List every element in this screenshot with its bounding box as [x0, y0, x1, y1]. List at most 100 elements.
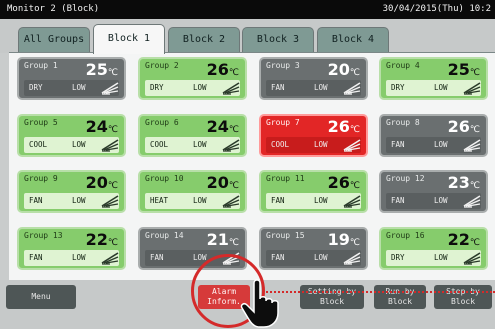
stop-by-block-button[interactable]: Stop by Block: [434, 285, 492, 309]
group-tile[interactable]: Group 8 26℃ FAN LOW: [379, 114, 488, 157]
operation-mode: DRY: [391, 253, 405, 262]
temperature-unit: ℃: [228, 238, 239, 248]
set-temperature: 22℃: [86, 230, 118, 249]
date-time: 30/04/2015(Thu) 10:2: [382, 4, 491, 14]
operation-mode: FAN: [271, 83, 285, 92]
group-tile[interactable]: Group 10 20℃ HEAT LOW: [138, 170, 247, 213]
group-tile[interactable]: Group 5 24℃ COOL LOW: [17, 114, 126, 157]
group-name: Group 7: [266, 118, 300, 127]
set-temperature: 26℃: [448, 117, 480, 136]
group-tile[interactable]: Group 3 20℃ FAN LOW: [259, 57, 368, 100]
temperature-value: 26: [327, 117, 350, 136]
fan-speed: LOW: [72, 140, 86, 149]
fan-speed: LOW: [434, 83, 448, 92]
menu-button[interactable]: Menu: [6, 285, 76, 309]
highlight-dotted-line: [255, 291, 495, 293]
group-tile[interactable]: Group 12 23℃ FAN LOW: [379, 170, 488, 213]
set-temperature: 20℃: [86, 173, 118, 192]
temperature-value: 26: [327, 173, 350, 192]
temperature-value: 25: [85, 60, 108, 79]
set-temperature: 26℃: [328, 173, 360, 192]
tab-bar: All Groups Block 1 Block 2 Block 3 Block…: [0, 19, 495, 54]
group-name: Group 8: [386, 118, 420, 127]
fan-speed: LOW: [434, 196, 448, 205]
operation-mode: COOL: [150, 140, 169, 149]
stop-by-block-label-2: Block: [450, 297, 476, 306]
temperature-value: 23: [447, 173, 470, 192]
group-name: Group 4: [386, 61, 420, 70]
group-tile[interactable]: Group 16 22℃ DRY LOW: [379, 227, 488, 270]
group-tile[interactable]: Group 15 19℃ FAN LOW: [259, 227, 368, 270]
temperature-unit: ℃: [469, 125, 480, 135]
tab-block-1[interactable]: Block 1: [93, 24, 165, 54]
temperature-unit: ℃: [349, 125, 360, 135]
fan-speed: LOW: [72, 253, 86, 262]
set-temperature: 22℃: [448, 230, 480, 249]
group-name: Group 6: [145, 118, 179, 127]
hand-pointer-icon: [240, 279, 279, 328]
set-temperature: 19℃: [328, 230, 360, 249]
temperature-value: 26: [447, 117, 470, 136]
louver-swing-icon: [101, 82, 119, 95]
louver-swing-icon: [343, 139, 361, 152]
setting-by-block-button[interactable]: Setting by Block: [300, 285, 364, 309]
group-name: Group 2: [145, 61, 179, 70]
louver-swing-icon: [222, 139, 240, 152]
temperature-value: 22: [85, 230, 108, 249]
temperature-value: 22: [447, 230, 470, 249]
operation-mode: DRY: [391, 83, 405, 92]
louver-swing-icon: [101, 252, 119, 265]
group-tile[interactable]: Group 4 25℃ DRY LOW: [379, 57, 488, 100]
louver-swing-icon: [101, 139, 119, 152]
operation-mode: COOL: [271, 140, 290, 149]
group-tile[interactable]: Group 1 25℃ DRY LOW: [17, 57, 126, 100]
group-tile[interactable]: Group 2 26℃ DRY LOW: [138, 57, 247, 100]
tab-block-2[interactable]: Block 2: [168, 27, 240, 54]
set-temperature: 25℃: [448, 60, 480, 79]
temperature-value: 20: [206, 173, 229, 192]
temperature-unit: ℃: [349, 68, 360, 78]
set-temperature: 25℃: [86, 60, 118, 79]
temperature-value: 19: [327, 230, 350, 249]
set-temperature: 26℃: [207, 60, 239, 79]
group-name: Group 10: [145, 174, 184, 183]
operation-mode: FAN: [391, 196, 405, 205]
temperature-unit: ℃: [349, 238, 360, 248]
louver-swing-icon: [343, 195, 361, 208]
group-tile[interactable]: Group 13 22℃ FAN LOW: [17, 227, 126, 270]
group-name: Group 16: [386, 231, 425, 240]
operation-mode: FAN: [271, 253, 285, 262]
tab-block-3[interactable]: Block 3: [242, 27, 314, 54]
temperature-value: 25: [447, 60, 470, 79]
set-temperature: 26℃: [328, 117, 360, 136]
tab-all-groups[interactable]: All Groups: [18, 27, 90, 54]
fan-speed: LOW: [72, 83, 86, 92]
group-name: Group 14: [145, 231, 184, 240]
group-name: Group 13: [24, 231, 63, 240]
tab-block-4[interactable]: Block 4: [317, 27, 389, 54]
fan-speed: LOW: [314, 83, 328, 92]
set-temperature: 20℃: [207, 173, 239, 192]
group-tile[interactable]: Group 9 20℃ FAN LOW: [17, 170, 126, 213]
set-temperature: 21℃: [207, 230, 239, 249]
operation-mode: HEAT: [150, 196, 169, 205]
run-by-block-button[interactable]: Run by Block: [374, 285, 426, 309]
group-tile[interactable]: Group 6 24℃ COOL LOW: [138, 114, 247, 157]
group-name: Group 11: [266, 174, 305, 183]
operation-mode: FAN: [150, 253, 164, 262]
temperature-unit: ℃: [469, 238, 480, 248]
louver-swing-icon: [463, 82, 481, 95]
fan-speed: LOW: [193, 83, 207, 92]
group-tile[interactable]: Group 7 26℃ COOL LOW: [259, 114, 368, 157]
temperature-value: 21: [206, 230, 229, 249]
set-temperature: 24℃: [86, 117, 118, 136]
group-name: Group 5: [24, 118, 58, 127]
temperature-unit: ℃: [107, 68, 118, 78]
temperature-unit: ℃: [107, 181, 118, 191]
title-bar: Monitor 2 (Block) 30/04/2015(Thu) 10:2: [0, 0, 495, 19]
operation-mode: COOL: [29, 140, 48, 149]
set-temperature: 20℃: [328, 60, 360, 79]
group-tile[interactable]: Group 11 26℃ FAN LOW: [259, 170, 368, 213]
group-name: Group 3: [266, 61, 300, 70]
operation-mode: DRY: [150, 83, 164, 92]
